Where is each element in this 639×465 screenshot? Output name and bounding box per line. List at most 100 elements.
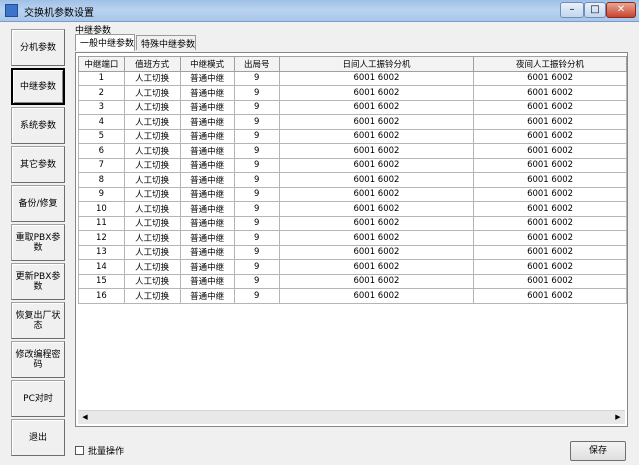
table-cell[interactable]: 人工切换 (123, 244, 181, 260)
table-row[interactable]: 4 人工切换 普通中继 9 6001 6002 6001 6002 (78, 114, 627, 130)
table-cell[interactable]: 人工切换 (123, 215, 181, 231)
tab-special-trunk[interactable]: 特殊中继参数 (136, 35, 196, 50)
table-cell[interactable]: 9 (233, 215, 280, 231)
nav-button-9[interactable]: PC对时 (11, 380, 65, 417)
table-cell[interactable]: 13 (78, 244, 125, 260)
table-cell[interactable]: 人工切换 (123, 70, 181, 86)
nav-button-6[interactable]: 更新PBX参数 (11, 263, 65, 300)
table-cell[interactable]: 9 (233, 99, 280, 115)
table-cell[interactable]: 9 (233, 114, 280, 130)
table-row[interactable]: 1 人工切换 普通中继 9 6001 6002 6001 6002 (78, 70, 627, 86)
table-cell[interactable]: 6001 6002 (473, 143, 627, 159)
table-cell[interactable]: 人工切换 (123, 273, 181, 289)
table-cell[interactable]: 普通中继 (179, 230, 235, 246)
table-cell[interactable]: 9 (233, 201, 280, 217)
table-cell[interactable]: 14 (78, 259, 125, 275)
column-header[interactable]: 出局号 (233, 56, 280, 72)
table-cell[interactable]: 人工切换 (123, 143, 181, 159)
table-cell[interactable]: 9 (233, 186, 280, 202)
nav-button-0[interactable]: 分机参数 (11, 29, 65, 66)
table-cell[interactable]: 9 (233, 259, 280, 275)
save-button[interactable]: 保存 (570, 441, 626, 461)
nav-button-10[interactable]: 退出 (11, 419, 65, 456)
table-cell[interactable]: 人工切换 (123, 114, 181, 130)
table-cell[interactable]: 6001 6002 (278, 172, 475, 188)
table-row[interactable]: 7 人工切换 普通中继 9 6001 6002 6001 6002 (78, 157, 627, 173)
column-header[interactable]: 中继端口 (78, 56, 125, 72)
table-row[interactable]: 5 人工切换 普通中继 9 6001 6002 6001 6002 (78, 128, 627, 144)
table-cell[interactable]: 6001 6002 (278, 85, 475, 101)
table-cell[interactable]: 6001 6002 (473, 201, 627, 217)
horizontal-scrollbar[interactable]: ◀ ▶ (78, 410, 625, 424)
table-cell[interactable]: 9 (78, 186, 125, 202)
table-cell[interactable]: 6001 6002 (278, 128, 475, 144)
table-cell[interactable]: 12 (78, 230, 125, 246)
table-cell[interactable]: 人工切换 (123, 99, 181, 115)
table-cell[interactable]: 6001 6002 (473, 273, 627, 289)
table-row[interactable]: 8 人工切换 普通中继 9 6001 6002 6001 6002 (78, 172, 627, 188)
table-cell[interactable]: 9 (233, 230, 280, 246)
table-row[interactable]: 11 人工切换 普通中继 9 6001 6002 6001 6002 (78, 215, 627, 231)
table-cell[interactable]: 6 (78, 143, 125, 159)
nav-button-5[interactable]: 重取PBX参数 (11, 224, 65, 261)
table-cell[interactable]: 人工切换 (123, 157, 181, 173)
table-cell[interactable]: 6001 6002 (278, 157, 475, 173)
nav-button-3[interactable]: 其它参数 (11, 146, 65, 183)
table-cell[interactable]: 普通中继 (179, 114, 235, 130)
table-cell[interactable]: 4 (78, 114, 125, 130)
table-cell[interactable]: 人工切换 (123, 259, 181, 275)
table-cell[interactable]: 普通中继 (179, 288, 235, 304)
table-cell[interactable]: 普通中继 (179, 201, 235, 217)
table-cell[interactable]: 9 (233, 157, 280, 173)
table-cell[interactable]: 普通中继 (179, 273, 235, 289)
table-row[interactable]: 16 人工切换 普通中继 9 6001 6002 6001 6002 (78, 288, 627, 304)
table-cell[interactable]: 人工切换 (123, 186, 181, 202)
table-cell[interactable]: 6001 6002 (473, 244, 627, 260)
table-cell[interactable]: 8 (78, 172, 125, 188)
table-row[interactable]: 13 人工切换 普通中继 9 6001 6002 6001 6002 (78, 244, 627, 260)
table-row[interactable]: 12 人工切换 普通中继 9 6001 6002 6001 6002 (78, 230, 627, 246)
nav-button-8[interactable]: 修改编程密码 (11, 341, 65, 378)
table-cell[interactable]: 6001 6002 (473, 99, 627, 115)
table-cell[interactable]: 普通中继 (179, 128, 235, 144)
table-cell[interactable]: 6001 6002 (278, 186, 475, 202)
table-cell[interactable]: 15 (78, 273, 125, 289)
table-cell[interactable]: 6001 6002 (278, 259, 475, 275)
table-cell[interactable]: 9 (233, 288, 280, 304)
column-header[interactable]: 日间人工振铃分机 (278, 56, 475, 72)
minimize-button[interactable]: – (560, 2, 584, 18)
table-cell[interactable]: 9 (233, 85, 280, 101)
table-cell[interactable]: 普通中继 (179, 186, 235, 202)
nav-button-1[interactable]: 中继参数 (11, 68, 65, 105)
table-cell[interactable]: 人工切换 (123, 172, 181, 188)
table-cell[interactable]: 普通中继 (179, 85, 235, 101)
table-cell[interactable]: 6001 6002 (473, 259, 627, 275)
column-header[interactable]: 中继模式 (179, 56, 235, 72)
table-cell[interactable]: 1 (78, 70, 125, 86)
table-cell[interactable]: 普通中继 (179, 259, 235, 275)
table-cell[interactable]: 人工切换 (123, 85, 181, 101)
table-cell[interactable]: 6001 6002 (473, 85, 627, 101)
nav-button-7[interactable]: 恢复出厂状态 (11, 302, 65, 339)
tab-general-trunk[interactable]: 一般中继参数 (75, 34, 135, 51)
table-cell[interactable]: 6001 6002 (473, 186, 627, 202)
table-cell[interactable]: 人工切换 (123, 288, 181, 304)
arrow-left-icon[interactable]: ◀ (79, 412, 91, 423)
arrow-right-icon[interactable]: ▶ (612, 412, 624, 423)
table-row[interactable]: 10 人工切换 普通中继 9 6001 6002 6001 6002 (78, 201, 627, 217)
table-cell[interactable]: 9 (233, 143, 280, 159)
table-cell[interactable]: 16 (78, 288, 125, 304)
table-row[interactable]: 3 人工切换 普通中继 9 6001 6002 6001 6002 (78, 99, 627, 115)
table-cell[interactable]: 6001 6002 (278, 230, 475, 246)
table-cell[interactable]: 6001 6002 (278, 143, 475, 159)
table-cell[interactable]: 6001 6002 (278, 273, 475, 289)
table-row[interactable]: 2 人工切换 普通中继 9 6001 6002 6001 6002 (78, 85, 627, 101)
table-cell[interactable]: 普通中继 (179, 70, 235, 86)
table-cell[interactable]: 11 (78, 215, 125, 231)
table-row[interactable]: 14 人工切换 普通中继 9 6001 6002 6001 6002 (78, 259, 627, 275)
table-cell[interactable]: 人工切换 (123, 128, 181, 144)
table-cell[interactable]: 9 (233, 172, 280, 188)
table-cell[interactable]: 普通中继 (179, 215, 235, 231)
table-cell[interactable]: 2 (78, 85, 125, 101)
table-cell[interactable]: 6001 6002 (473, 114, 627, 130)
